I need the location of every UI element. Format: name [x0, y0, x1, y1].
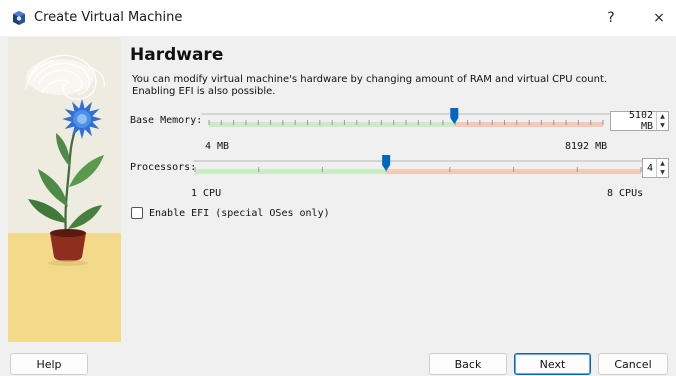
close-button[interactable]: ×	[636, 0, 676, 36]
window-title: Create Virtual Machine	[34, 10, 183, 25]
cancel-button[interactable]: Cancel	[598, 353, 668, 375]
efi-checkbox[interactable]	[131, 207, 143, 219]
processors-spinbox[interactable]: 4 ▲ ▼	[642, 158, 669, 178]
slider-handle[interactable]	[382, 155, 391, 171]
processors-label: Processors:	[130, 162, 197, 173]
base-memory-spinbox[interactable]: 5102 MB ▲ ▼	[610, 110, 669, 132]
increment-icon[interactable]: ▲	[657, 112, 668, 121]
slider-groove	[201, 113, 611, 115]
decrement-icon[interactable]: ▼	[657, 121, 668, 130]
slider-handle[interactable]	[450, 108, 459, 124]
processors-slider[interactable]	[193, 155, 643, 185]
button-bar: Help Back Next Cancel	[0, 342, 676, 376]
slider-safe-zone	[195, 169, 387, 174]
hardware-page: Hardware You can modify virtual machine'…	[121, 37, 669, 342]
description-line-1: You can modify virtual machine's hardwar…	[132, 74, 608, 85]
decrement-icon[interactable]: ▼	[657, 168, 668, 177]
processors-stepper[interactable]: ▲ ▼	[656, 159, 668, 177]
create-vm-dialog: Create Virtual Machine ? × Hardware You …	[0, 0, 676, 376]
processors-max-label: 8 CPUs	[607, 188, 644, 199]
flower-pot-illustration	[8, 37, 121, 342]
memory-max-label: 8192 MB	[565, 141, 608, 152]
memory-min-label: 4 MB	[205, 141, 230, 152]
next-button[interactable]: Next	[514, 353, 591, 375]
help-title-button[interactable]: ?	[588, 0, 634, 36]
title-bar: Create Virtual Machine ? ×	[0, 0, 676, 36]
processors-min-label: 1 CPU	[191, 188, 222, 199]
efi-option[interactable]: Enable EFI (special OSes only)	[131, 207, 330, 219]
base-memory-label: Base Memory:	[130, 115, 203, 126]
efi-checkbox-label[interactable]: Enable EFI (special OSes only)	[149, 208, 330, 219]
description-line-2: Enabling EFI is also possible.	[132, 86, 276, 97]
base-memory-stepper[interactable]: ▲ ▼	[656, 112, 668, 130]
processors-value: 4	[646, 162, 653, 174]
back-button[interactable]: Back	[429, 353, 507, 375]
virtualbox-cube-icon	[13, 11, 25, 25]
increment-icon[interactable]: ▲	[657, 159, 668, 168]
page-description: You can modify virtual machine's hardwar…	[132, 74, 652, 98]
help-button[interactable]: Help	[10, 353, 88, 375]
base-memory-slider[interactable]	[201, 108, 611, 138]
base-memory-value: 5102 MB	[628, 110, 653, 132]
wizard-illustration	[8, 37, 121, 342]
page-title: Hardware	[130, 45, 224, 65]
slider-groove	[193, 160, 643, 162]
